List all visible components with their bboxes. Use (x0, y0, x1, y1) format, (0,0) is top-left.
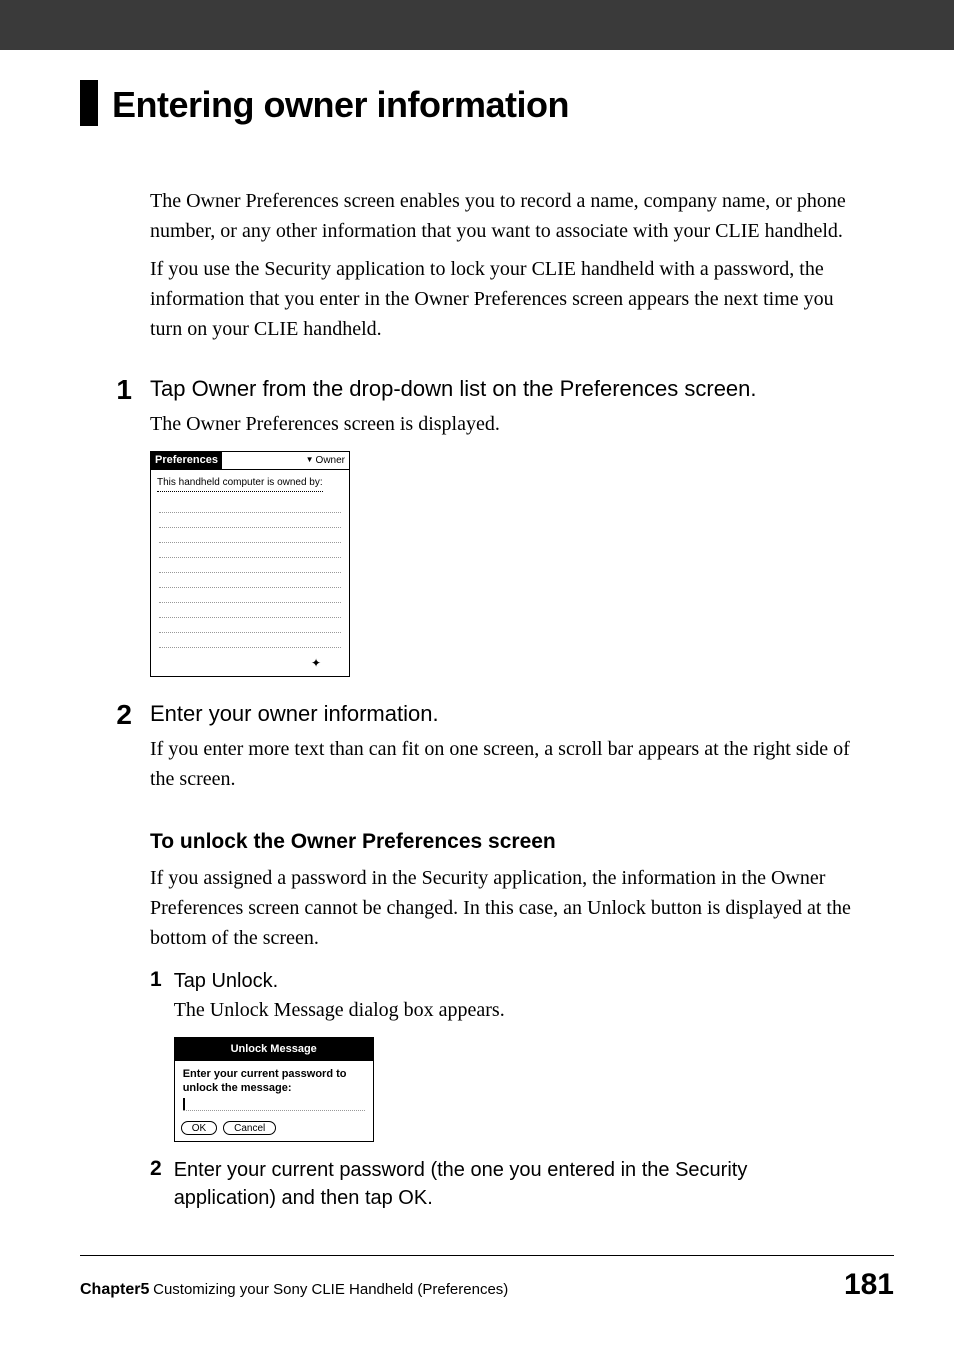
sub-step-body: Tap Unlock. The Unlock Message dialog bo… (174, 967, 854, 1142)
sub-step-text: The Unlock Message dialog box appears. (174, 995, 854, 1025)
title-section: Entering owner information (80, 80, 894, 126)
step-heading: Enter your owner information. (150, 699, 854, 730)
intro-para-2: If you use the Security application to l… (150, 254, 854, 344)
top-bar (0, 0, 954, 50)
prefs-body: This handheld computer is owned by: (151, 470, 349, 650)
prefs-header: Preferences ▼ Owner (151, 452, 349, 470)
input-line[interactable] (159, 550, 341, 558)
input-line[interactable] (159, 505, 341, 513)
prefs-dropdown[interactable]: ▼ Owner (306, 453, 349, 468)
preferences-screenshot: Preferences ▼ Owner This handheld comput… (150, 451, 350, 677)
unlock-buttons: OK Cancel (175, 1121, 373, 1141)
sub-step-2: 2 Enter your current password (the one y… (150, 1156, 854, 1212)
unlock-screenshot: Unlock Message Enter your current passwo… (174, 1037, 374, 1142)
step-heading: Tap Owner from the drop-down list on the… (150, 374, 854, 405)
sub-step-number: 1 (150, 967, 162, 1142)
step-1: 1 Tap Owner from the drop-down list on t… (150, 374, 854, 677)
home-icon[interactable]: ✦ (311, 656, 321, 670)
input-line[interactable] (159, 565, 341, 573)
input-line[interactable] (159, 520, 341, 528)
top-left-block (0, 0, 80, 50)
step-2: 2 Enter your owner information. If you e… (150, 699, 854, 794)
body-content: The Owner Preferences screen enables you… (150, 186, 854, 1212)
step-body: Tap Owner from the drop-down list on the… (150, 374, 854, 677)
step-text: The Owner Preferences screen is displaye… (150, 409, 854, 439)
input-line[interactable] (159, 535, 341, 543)
input-line[interactable] (159, 595, 341, 603)
step-number: 1 (112, 374, 132, 677)
sub-step-body: Enter your current password (the one you… (174, 1156, 854, 1212)
password-input[interactable] (183, 1099, 365, 1111)
unlock-para: If you assigned a password in the Securi… (150, 863, 854, 953)
unlock-body: Enter your current password to unlock th… (175, 1061, 373, 1122)
unlock-subheading: To unlock the Owner Preferences screen (150, 826, 854, 858)
step-body: Enter your owner information. If you ent… (150, 699, 854, 794)
intro-para-1: The Owner Preferences screen enables you… (150, 186, 854, 246)
sub-step-heading: Tap Unlock. (174, 967, 854, 995)
sub-step-1: 1 Tap Unlock. The Unlock Message dialog … (150, 967, 854, 1142)
unlock-header: Unlock Message (175, 1038, 373, 1061)
top-gray-bar (80, 0, 954, 50)
prefs-dropdown-label: Owner (316, 453, 345, 468)
input-line[interactable] (159, 610, 341, 618)
cursor-icon (183, 1098, 185, 1110)
input-line[interactable] (159, 625, 341, 633)
footer-left: Chapter5 Customizing your Sony CLIE Hand… (80, 1281, 508, 1299)
input-line[interactable] (159, 580, 341, 588)
page-number: 181 (844, 1268, 894, 1302)
input-line[interactable] (159, 640, 341, 648)
unlock-text: Enter your current password to unlock th… (183, 1067, 365, 1096)
ok-button[interactable]: OK (181, 1121, 217, 1135)
step-number: 2 (112, 699, 132, 794)
page-title: Entering owner information (112, 80, 569, 126)
page-footer: Chapter5 Customizing your Sony CLIE Hand… (80, 1255, 894, 1302)
prefs-footer: ✦ (151, 650, 349, 676)
sub-step-heading: Enter your current password (the one you… (174, 1156, 854, 1212)
sub-step-number: 2 (150, 1156, 162, 1212)
step-text: If you enter more text than can fit on o… (150, 734, 854, 794)
footer-desc: Customizing your Sony CLIE Handheld (Pre… (153, 1281, 508, 1298)
owned-by-label: This handheld computer is owned by: (157, 475, 323, 492)
title-bar-icon (80, 80, 98, 126)
cancel-button[interactable]: Cancel (223, 1121, 276, 1135)
prefs-header-title: Preferences (151, 452, 222, 469)
dropdown-triangle-icon: ▼ (306, 454, 314, 466)
footer-chapter: Chapter5 (80, 1281, 149, 1298)
